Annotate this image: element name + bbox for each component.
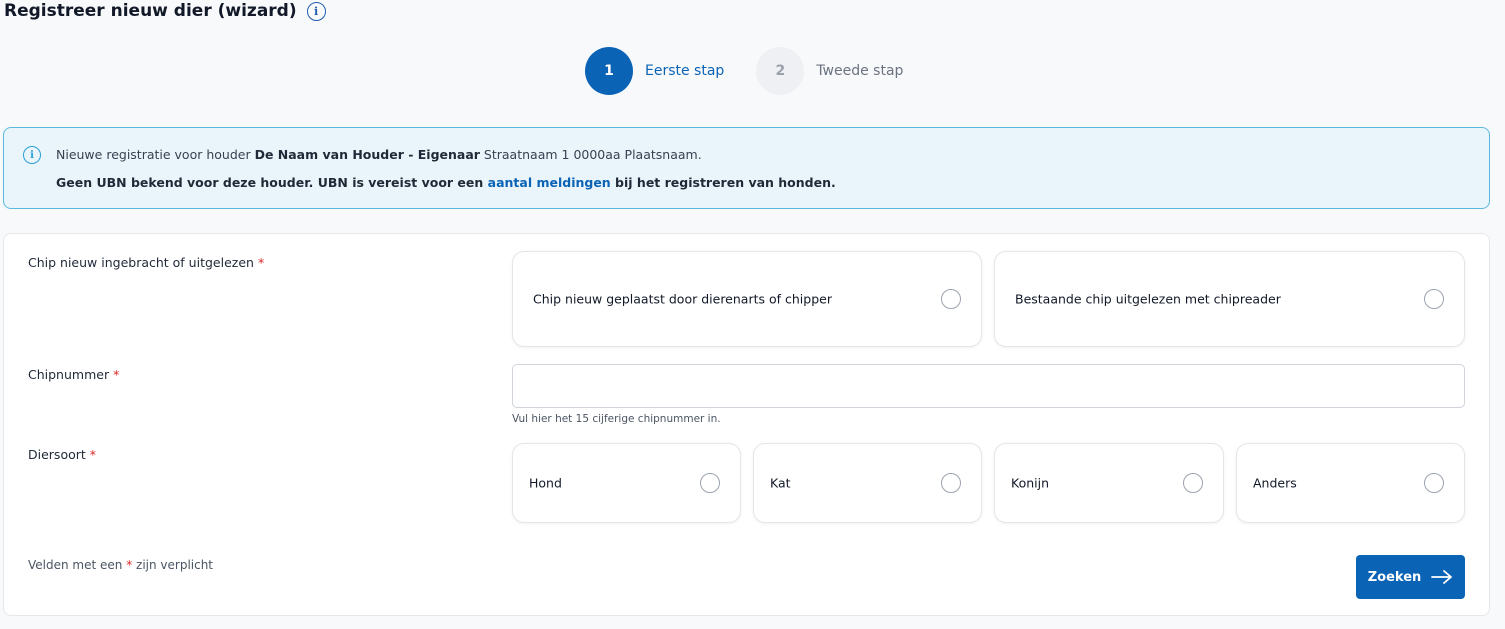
chip-option-new[interactable]: Chip nieuw geplaatst door dierenarts of … — [512, 251, 982, 347]
required-marker: * — [113, 367, 120, 382]
alert-ubn-line: Geen UBN bekend voor deze houder. UBN is… — [56, 175, 836, 190]
alert-holder-line: Nieuwe registratie voor houder De Naam v… — [56, 147, 702, 162]
wizard-stepper: 1 Eerste stap 2 Tweede stap — [585, 47, 935, 95]
registration-form: Chip nieuw ingebracht of uitgelezen * Ch… — [3, 233, 1490, 616]
alert-line2-suffix: bij het registreren van honden. — [610, 175, 836, 190]
species-option-hond-radio[interactable] — [700, 473, 720, 493]
alert-line2-prefix: Geen UBN bekend voor deze houder. UBN is… — [56, 175, 488, 190]
species-option-kat-label: Kat — [770, 475, 791, 491]
required-fields-note: Velden met een * zijn verplicht — [28, 558, 213, 572]
step-1[interactable]: 1 Eerste stap — [585, 47, 724, 95]
species-label: Diersoort * — [28, 447, 96, 462]
species-option-konijn[interactable]: Konijn — [994, 443, 1224, 523]
holder-name: De Naam van Houder - Eigenaar — [254, 147, 480, 162]
species-option-anders[interactable]: Anders — [1236, 443, 1465, 523]
footer-prefix: Velden met een — [28, 558, 127, 572]
chip-option-new-radio[interactable] — [941, 289, 961, 309]
chip-source-label-text: Chip nieuw ingebracht of uitgelezen — [28, 255, 254, 270]
aantal-meldingen-link[interactable]: aantal meldingen — [488, 175, 611, 190]
species-option-anders-label: Anders — [1253, 475, 1297, 491]
search-button[interactable]: Zoeken — [1356, 555, 1465, 599]
page-title-text: Registreer nieuw dier (wizard) — [4, 1, 297, 21]
step-1-number: 1 — [585, 47, 633, 95]
info-alert: i Nieuwe registratie voor houder De Naam… — [3, 127, 1490, 209]
chip-option-existing[interactable]: Bestaande chip uitgelezen met chipreader — [994, 251, 1465, 347]
chip-number-label-text: Chipnummer — [28, 367, 110, 382]
required-marker: * — [89, 447, 97, 462]
chip-option-new-label: Chip nieuw geplaatst door dierenarts of … — [533, 291, 832, 307]
step-1-label: Eerste stap — [645, 63, 725, 79]
footer-suffix: zijn verplicht — [132, 558, 214, 572]
page-title: Registreer nieuw dier (wizard) i — [4, 0, 326, 22]
info-icon: i — [23, 146, 41, 164]
species-option-kat-radio[interactable] — [941, 473, 961, 493]
arrow-right-icon — [1431, 570, 1453, 584]
chip-number-input[interactable] — [512, 364, 1465, 408]
search-button-label: Zoeken — [1367, 569, 1422, 585]
chip-number-label: Chipnummer * — [28, 367, 119, 382]
species-label-text: Diersoort — [28, 447, 86, 462]
species-option-kat[interactable]: Kat — [753, 443, 982, 523]
chip-option-existing-label: Bestaande chip uitgelezen met chipreader — [1015, 291, 1281, 307]
species-option-konijn-radio[interactable] — [1183, 473, 1203, 493]
info-icon[interactable]: i — [306, 1, 326, 21]
species-option-hond[interactable]: Hond — [512, 443, 741, 523]
chip-source-label: Chip nieuw ingebracht of uitgelezen * — [28, 255, 264, 270]
step-2-number: 2 — [756, 47, 805, 95]
chip-option-existing-radio[interactable] — [1424, 289, 1444, 309]
holder-address: Straatnaam 1 0000aa Plaatsnaam. — [479, 147, 702, 162]
species-option-anders-radio[interactable] — [1424, 473, 1444, 493]
step-2-label: Tweede stap — [816, 63, 904, 79]
step-2[interactable]: 2 Tweede stap — [756, 47, 903, 95]
species-option-konijn-label: Konijn — [1011, 475, 1050, 491]
required-marker: * — [257, 255, 265, 270]
alert-line1-prefix: Nieuwe registratie voor houder — [56, 147, 255, 162]
species-option-hond-label: Hond — [529, 475, 562, 491]
chip-number-hint: Vul hier het 15 cijferige chipnummer in. — [512, 413, 721, 425]
